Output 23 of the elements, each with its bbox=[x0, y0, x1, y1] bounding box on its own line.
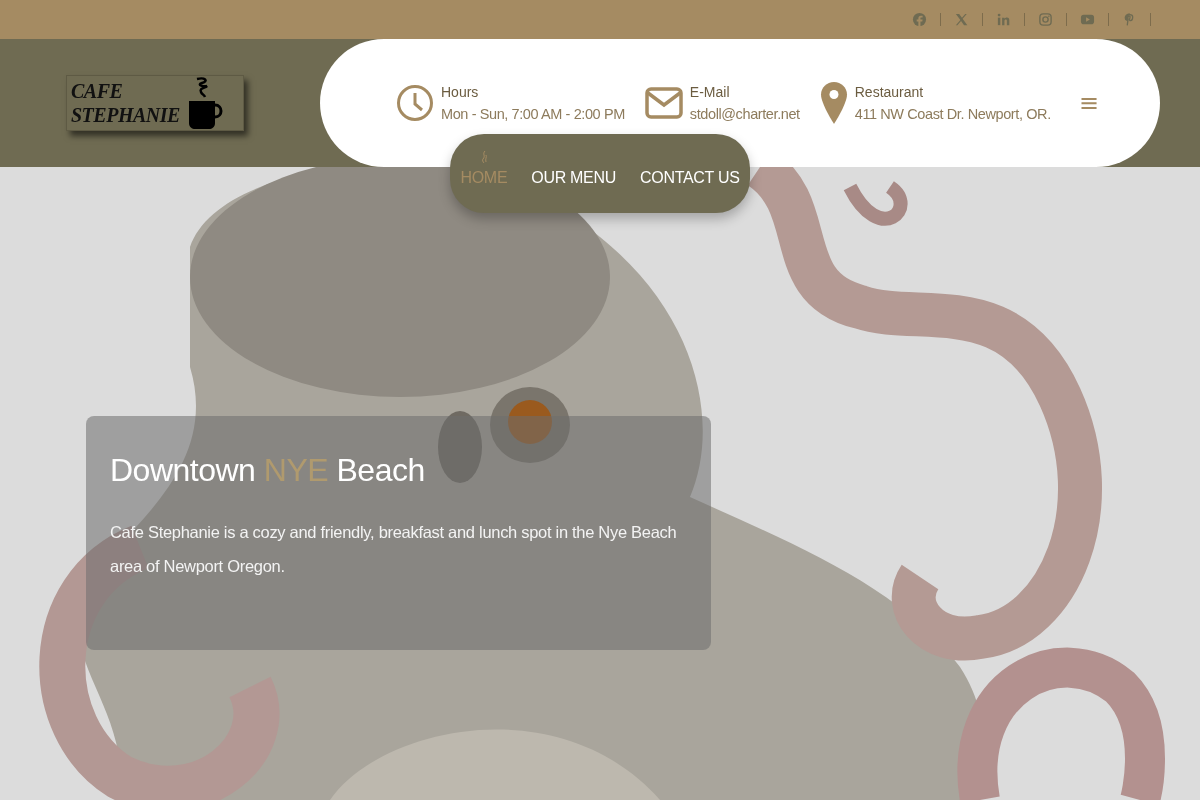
mail-icon bbox=[644, 87, 683, 119]
logo[interactable]: CAFE STEPHANIE bbox=[66, 75, 244, 131]
hero-text: Cafe Stephanie is a cozy and friendly, breakfast and lunch spot in the Nye Beach area of Newport Oregon. bbox=[110, 522, 678, 577]
contact-value: 411 NW Coast Dr. Newport, OR. bbox=[854, 106, 1051, 122]
instagram-icon[interactable] bbox=[1038, 12, 1053, 27]
contact-value: Mon - Sun, 7:00 AM - 2:00 PM bbox=[441, 106, 625, 122]
facebook-icon[interactable] bbox=[912, 12, 927, 27]
nav-link[interactable]: OUR MENU bbox=[531, 168, 616, 187]
x-icon[interactable] bbox=[954, 12, 969, 27]
coffee-cup-icon bbox=[187, 75, 223, 131]
flame-icon bbox=[479, 149, 488, 164]
contact-label: Restaurant bbox=[854, 84, 925, 100]
contact-label: E-Mail bbox=[689, 84, 731, 100]
clock-icon bbox=[396, 84, 434, 122]
hero-title-word: Beach bbox=[335, 452, 425, 488]
contact-label: Hours bbox=[441, 84, 480, 100]
linkedin-icon[interactable] bbox=[996, 12, 1011, 27]
hero-title-word: Downtown bbox=[110, 452, 257, 488]
contact-value: stdoll@charter.net bbox=[689, 106, 800, 122]
location-pin-icon bbox=[819, 81, 848, 125]
youtube-icon[interactable] bbox=[1080, 12, 1095, 27]
nav-link[interactable]: CONTACT US bbox=[640, 168, 740, 187]
logo-text: CAFE STEPHANIE bbox=[71, 79, 180, 127]
